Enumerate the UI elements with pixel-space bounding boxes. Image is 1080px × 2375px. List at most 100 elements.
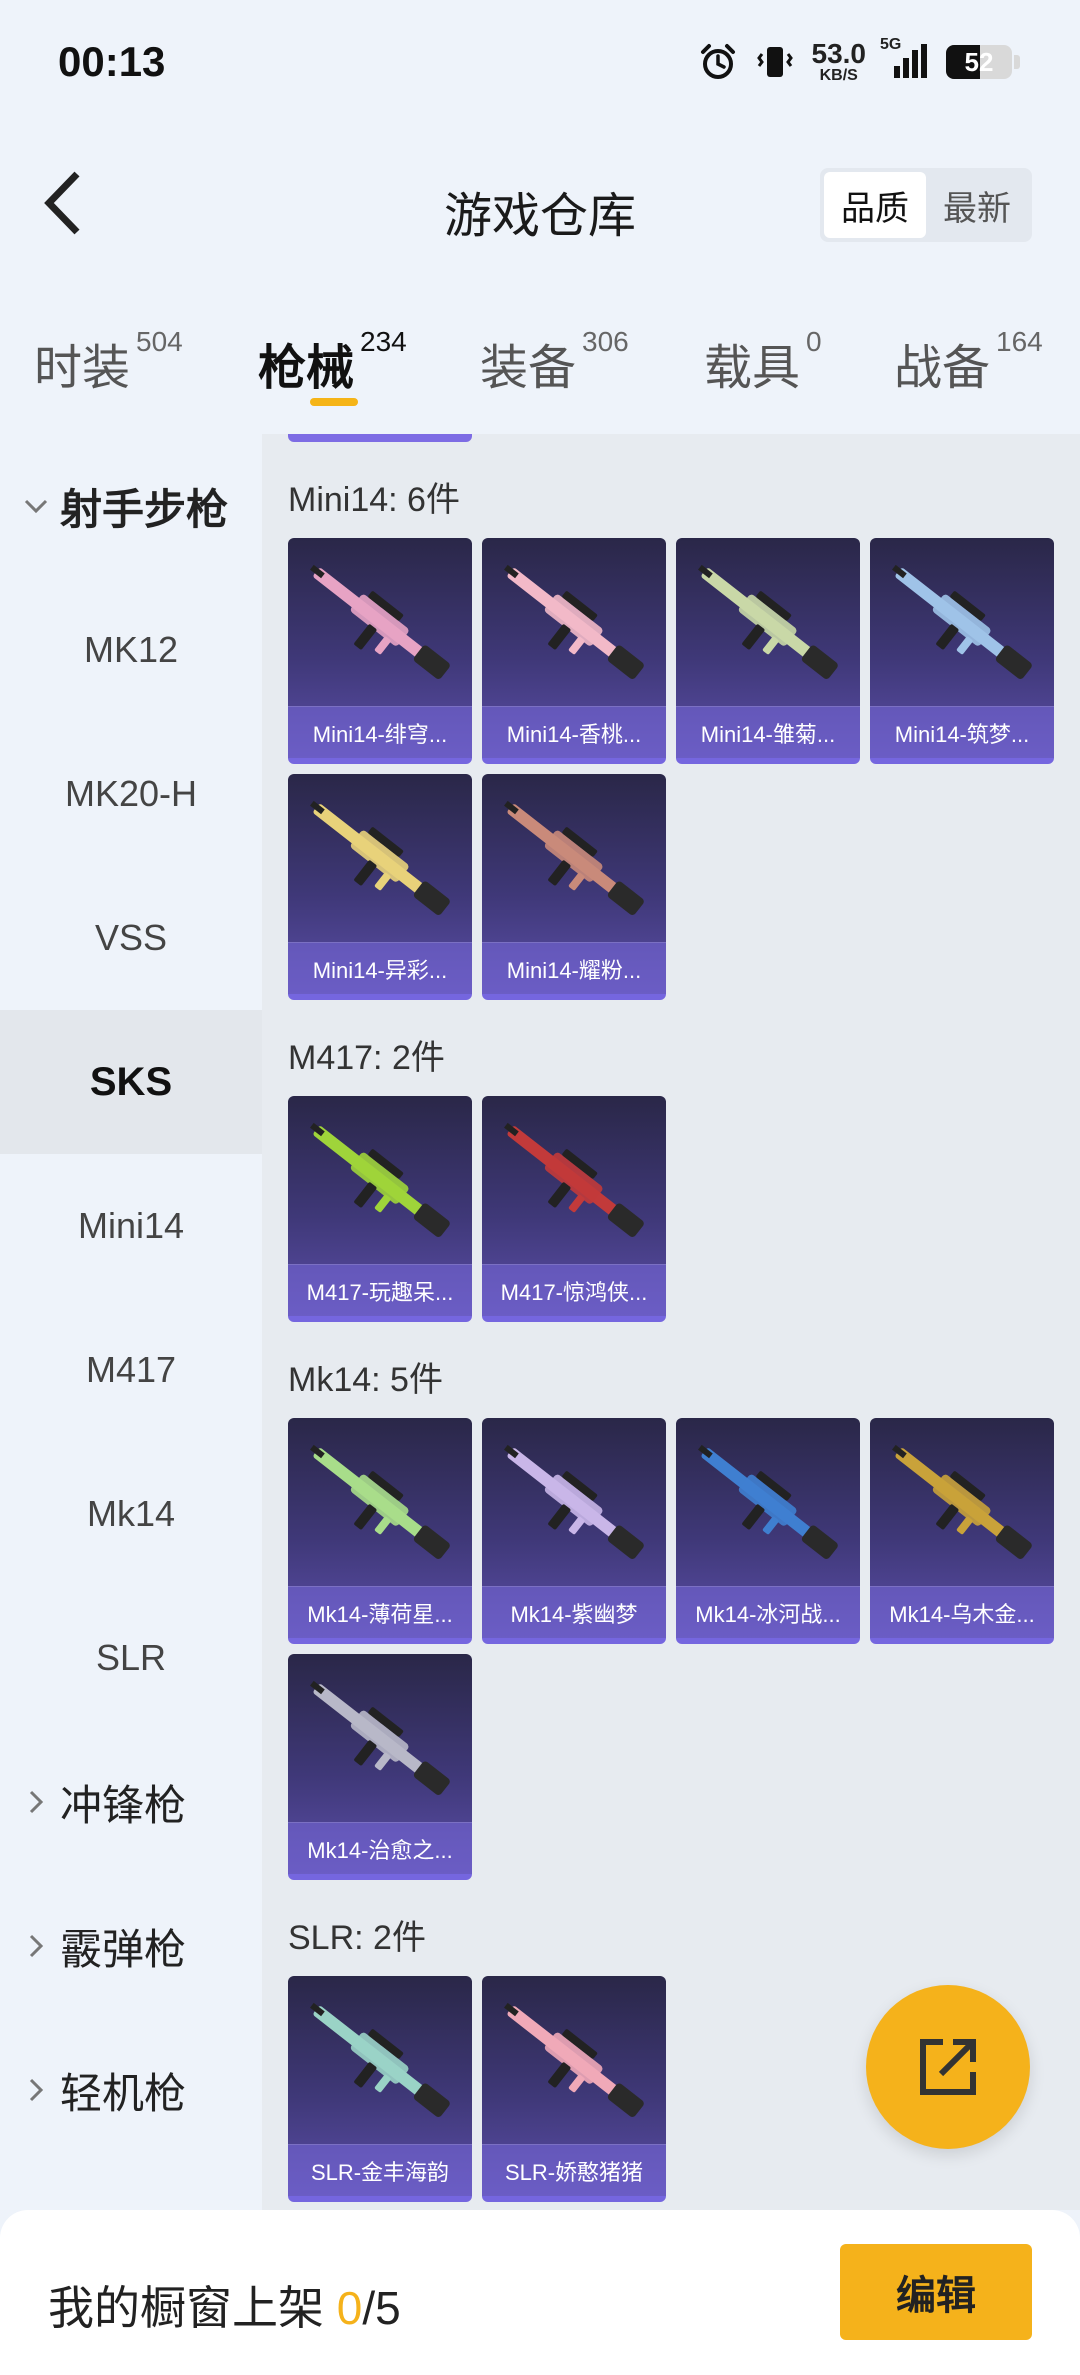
showcase-label: 我的橱窗上架 0/5 [48,2272,401,2338]
item-name: Mini14-筑梦... [870,706,1054,758]
item-name: Mk14-治愈之... [288,1822,472,1874]
gun-skin-image [504,800,644,915]
tab-label: 装备 [480,342,577,395]
sidebar-group-lmg[interactable]: 轻机枪 [0,2018,262,2162]
tab-label: 战备 [894,342,991,395]
tab-vehicles[interactable]: 载具 0 [704,326,822,398]
item-name: M417-玩趣呆... [288,1264,472,1316]
chevron-right-icon [22,2076,50,2104]
item-card[interactable]: M417-惊鸿侠... [482,1096,666,1322]
vibrate-icon [756,42,794,82]
sidebar-group-smg[interactable]: 冲锋枪 [0,1730,262,1874]
sidebar-group-label: 射手步枪 [60,485,229,533]
gun-skin-image [310,800,450,915]
net-speed-unit: KB/S [819,67,858,84]
net-speed: 53.0 KB/S [812,40,867,84]
sidebar-item-mk20h[interactable]: MK20-H [0,722,262,866]
gun-skin-image [310,1680,450,1795]
tab-fashion[interactable]: 时装 504 [34,326,183,398]
gun-skin-image [504,564,644,679]
gun-skin-image [698,564,838,679]
tab-label: 载具 [704,342,801,395]
sidebar-item-mk14[interactable]: Mk14 [0,1442,262,1586]
sidebar-item-vss[interactable]: VSS [0,866,262,1010]
item-card[interactable]: Mk14-紫幽梦 [482,1418,666,1644]
battery-icon: 52 [946,45,1012,79]
item-card[interactable]: Mini14-绯穹... [288,538,472,764]
item-card[interactable]: Mk14-冰河战... [676,1418,860,1644]
tab-count: 306 [582,326,629,357]
sort-toggle: 品质 最新 [820,168,1032,242]
bottom-bar: 我的橱窗上架 0/5 编辑 [0,2210,1080,2375]
sort-newest-button[interactable]: 最新 [926,172,1028,238]
status-icons: 53.0 KB/S 5G 52 [698,36,1020,88]
sidebar: 射手步枪 MK12 MK20-H VSS SKS Mini14 M417 Mk1… [0,434,262,2210]
alarm-icon [698,42,738,82]
item-card[interactable]: Mk14-治愈之... [288,1654,472,1880]
tab-label: 时装 [34,342,131,395]
sidebar-group-label: 霰弹枪 [60,1925,187,1973]
previous-card-edge [288,434,472,442]
sidebar-item-m417[interactable]: M417 [0,1298,262,1442]
item-name: Mk14-紫幽梦 [482,1586,666,1638]
chevron-right-icon [22,1788,50,1816]
item-name: Mini14-耀粉... [482,942,666,994]
item-card[interactable]: Mk14-乌木金... [870,1418,1054,1644]
sidebar-group-marksman-rifles[interactable]: 射手步枪 [0,434,262,578]
item-card[interactable]: SLR-娇憨猪猪 [482,1976,666,2202]
status-bar: 00:13 53.0 KB/S 5G 52 [0,0,1080,130]
active-tab-indicator [310,398,358,406]
status-time: 00:13 [58,38,166,85]
signal-icon: 5G [880,36,928,82]
item-card[interactable]: SLR-金丰海韵 [288,1976,472,2202]
share-button[interactable] [866,1985,1030,2149]
item-name: Mk14-乌木金... [870,1586,1054,1638]
tab-supplies[interactable]: 战备 164 [894,326,1043,398]
gun-skin-image [310,564,450,679]
sidebar-item-mini14[interactable]: Mini14 [0,1154,262,1298]
showcase-total: /5 [362,2282,401,2334]
sidebar-group-label: 轻机枪 [60,2069,187,2117]
category-tabs: 时装 504 枪械 234 装备 306 载具 0 战备 164 [0,318,1080,428]
edit-button[interactable]: 编辑 [840,2244,1032,2340]
sidebar-group-shotgun[interactable]: 霰弹枪 [0,1874,262,2018]
tab-equipment[interactable]: 装备 306 [480,326,629,398]
sort-quality-button[interactable]: 品质 [824,172,926,238]
item-name: Mini14-香桃... [482,706,666,758]
chevron-right-icon [22,1932,50,1960]
item-name: Mini14-异彩... [288,942,472,994]
tab-count: 0 [806,326,822,357]
item-grid: Mini14: 6件 Mini14-绯穹... Mini14-香桃... Min… [262,434,1080,2210]
sidebar-item-slr[interactable]: SLR [0,1586,262,1730]
section-title-m417: M417: 2件 [288,1039,445,1077]
item-card[interactable]: Mini14-筑梦... [870,538,1054,764]
item-name: M417-惊鸿侠... [482,1264,666,1316]
tab-label: 枪械 [258,342,355,395]
item-card[interactable]: Mini14-异彩... [288,774,472,1000]
gun-skin-image [504,2002,644,2117]
item-card[interactable]: Mk14-薄荷星... [288,1418,472,1644]
section-title-mini14: Mini14: 6件 [288,481,460,519]
section-title-mk14: Mk14: 5件 [288,1361,443,1399]
gun-skin-image [310,1122,450,1237]
share-external-icon [920,2039,976,2095]
showcase-count: 0 [336,2282,363,2334]
item-card[interactable]: Mini14-雏菊... [676,538,860,764]
item-card[interactable]: Mini14-香桃... [482,538,666,764]
item-name: Mk14-冰河战... [676,1586,860,1638]
tab-firearms[interactable]: 枪械 234 [258,326,407,398]
battery-level: 52 [964,46,994,77]
gun-skin-image [310,2002,450,2117]
item-name: Mk14-薄荷星... [288,1586,472,1638]
sidebar-group-label: 冲锋枪 [60,1781,187,1829]
battery-tip [1014,55,1020,69]
sidebar-item-mk12[interactable]: MK12 [0,578,262,722]
gun-skin-image [504,1122,644,1237]
item-card[interactable]: M417-玩趣呆... [288,1096,472,1322]
sidebar-item-sks[interactable]: SKS [0,1010,262,1154]
section-title-slr: SLR: 2件 [288,1919,426,1957]
item-card[interactable]: Mini14-耀粉... [482,774,666,1000]
gun-skin-image [310,1444,450,1559]
network-type: 5G [880,36,902,53]
item-name: Mini14-绯穹... [288,706,472,758]
